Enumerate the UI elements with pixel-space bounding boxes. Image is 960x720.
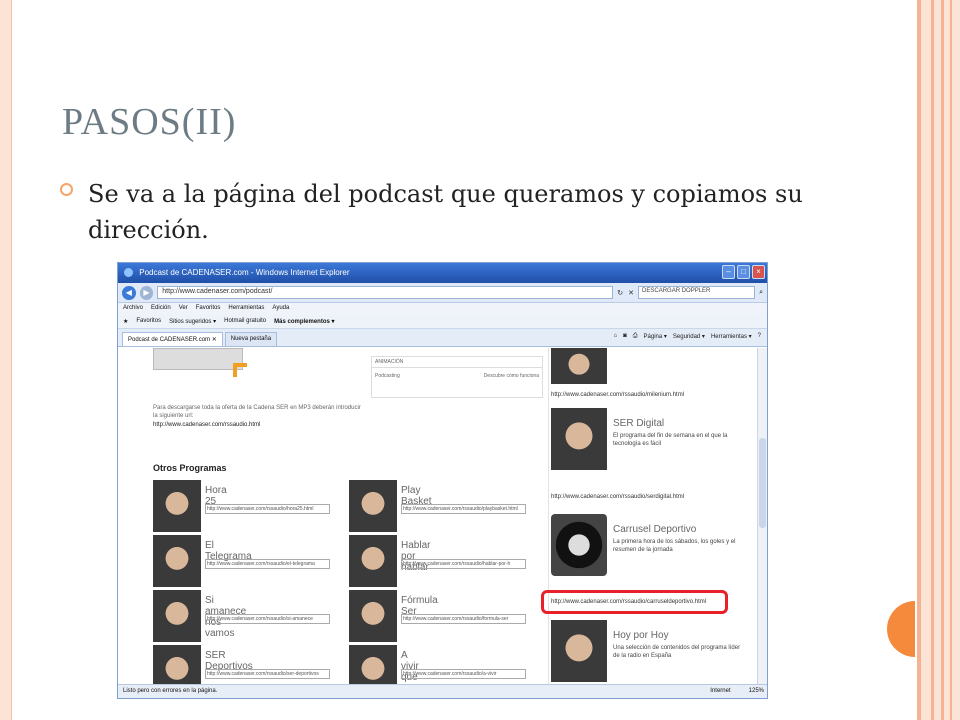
menu-edicion[interactable]: Edición xyxy=(151,305,171,313)
carrusel-url[interactable]: http://www.cadenaser.com/rssaudio/carrus… xyxy=(551,599,706,605)
tab-bar: Podcast de CADENASER.com ✕ Nueva pestaña… xyxy=(118,329,767,347)
program-photo xyxy=(349,590,397,642)
animacion-box: ANIMACIÓN Podcasting Descubre cómo funci… xyxy=(371,356,543,398)
search-input[interactable]: DESCARGAR DOPPLER xyxy=(638,286,756,299)
promo-text: Para descargarse toda la oferta de la Ca… xyxy=(153,405,361,419)
menu-herramientas[interactable]: Herramientas xyxy=(228,305,264,313)
menu-bar: Archivo Edición Ver Favoritos Herramient… xyxy=(118,303,767,315)
vertical-scrollbar[interactable] xyxy=(757,348,767,686)
stop-icon[interactable]: ✕ xyxy=(628,289,634,297)
ser-digital-desc: El programa del fin de semana en el que … xyxy=(613,433,728,447)
animacion-podcasting[interactable]: Podcasting xyxy=(375,373,400,379)
program-photo xyxy=(349,535,397,587)
right-column: http://www.cadenaser.com/rssaudio/mileni… xyxy=(541,348,754,686)
page-menu[interactable]: Página ▾ xyxy=(644,333,667,340)
carrusel-desc: La primera hora de los sábados, los gole… xyxy=(613,539,736,553)
carrusel-title[interactable]: Carrusel Deportivo xyxy=(613,524,696,535)
ie-logo-icon xyxy=(124,268,133,278)
rss-icon[interactable]: ◙ xyxy=(623,333,627,340)
program-url-field[interactable]: http://www.cadenaser.com/rssaudio/el-tel… xyxy=(205,559,330,569)
zoom-control[interactable]: 125% xyxy=(749,688,764,695)
program-url-field[interactable]: http://www.cadenaser.com/rssaudio/a-vivi… xyxy=(401,669,526,679)
menu-ayuda[interactable]: Ayuda xyxy=(272,305,289,313)
hoy-por-hoy-desc: Una selección de contenidos del programa… xyxy=(613,645,741,659)
print-icon[interactable]: ⎙ xyxy=(633,333,638,340)
animacion-header: ANIMACIÓN xyxy=(372,357,542,368)
home-icon[interactable]: ⌂ xyxy=(613,333,617,340)
program-url-field[interactable]: http://www.cadenaser.com/rssaudio/hora25… xyxy=(205,504,330,514)
minimize-icon[interactable]: – xyxy=(722,265,735,279)
help-icon[interactable]: ? xyxy=(758,333,761,340)
slide: PASOS(II) Se va a la página del podcast … xyxy=(0,0,960,720)
carrusel-logo xyxy=(551,514,607,576)
favorites-button[interactable]: Favoritos xyxy=(136,318,161,325)
tab-new[interactable]: Nueva pestaña xyxy=(224,332,278,346)
maximize-icon[interactable]: □ xyxy=(737,265,750,279)
hoy-por-hoy-title[interactable]: Hoy por Hoy xyxy=(613,630,669,641)
zone-text: Internet xyxy=(710,688,731,694)
address-toolbar: ◀ ▶ http://www.cadenaser.com/podcast/ ↻ … xyxy=(118,283,767,303)
promo-image xyxy=(153,348,243,370)
program-photo xyxy=(349,480,397,532)
slide-left-border xyxy=(0,0,12,720)
hotmail-link[interactable]: Hotmail gratuito xyxy=(224,318,266,325)
browser-title-bar: Podcast de CADENASER.com - Windows Inter… xyxy=(118,263,767,283)
ser-digital-title[interactable]: SER Digital xyxy=(613,418,664,429)
program-url-field[interactable]: http://www.cadenaser.com/rssaudio/hablar… xyxy=(401,559,526,569)
program-url-field[interactable]: http://www.cadenaser.com/rssaudio/si-ama… xyxy=(205,614,330,624)
address-bar[interactable]: http://www.cadenaser.com/podcast/ xyxy=(157,286,614,299)
menu-archivo[interactable]: Archivo xyxy=(123,305,143,313)
program-photo xyxy=(551,348,607,384)
refresh-icon[interactable]: ↻ xyxy=(617,289,623,297)
program-photo xyxy=(551,620,607,682)
forward-button[interactable]: ▶ xyxy=(139,285,154,300)
otros-programas-title: Otros Programas xyxy=(153,463,227,473)
star-icon[interactable]: ★ xyxy=(123,318,128,325)
program-url-field[interactable]: http://www.cadenaser.com/rssaudio/ser-de… xyxy=(205,669,330,679)
menu-favoritos[interactable]: Favoritos xyxy=(196,305,221,313)
browser-screenshot: Podcast de CADENASER.com - Windows Inter… xyxy=(117,262,768,699)
program-photo xyxy=(551,408,607,470)
search-icon[interactable]: ⌕ xyxy=(759,289,763,297)
slide-title: PASOS(II) xyxy=(62,101,237,143)
slide-right-border xyxy=(917,0,960,720)
bullet-circle-icon xyxy=(60,183,73,196)
menu-ver[interactable]: Ver xyxy=(179,305,188,313)
web-page-content: ANIMACIÓN Podcasting Descubre cómo funci… xyxy=(118,348,767,698)
tab-podcast[interactable]: Podcast de CADENASER.com ✕ xyxy=(122,332,223,346)
arrow-icon xyxy=(233,363,247,377)
milenium-url[interactable]: http://www.cadenaser.com/rssaudio/mileni… xyxy=(551,392,684,398)
suggested-sites-link[interactable]: Sitios sugeridos ▾ xyxy=(169,318,216,325)
status-text: Listo pero con errores en la página. xyxy=(123,688,218,694)
program-photo xyxy=(153,480,201,532)
window-title: Podcast de CADENASER.com - Windows Inter… xyxy=(139,268,350,277)
decorative-orange-tab xyxy=(887,601,915,657)
slide-bullet-text: Se va a la página del podcast que queram… xyxy=(88,180,803,244)
left-column: ANIMACIÓN Podcasting Descubre cómo funci… xyxy=(143,348,543,698)
animacion-descubre[interactable]: Descubre cómo funciona xyxy=(484,373,539,379)
security-menu[interactable]: Seguridad ▾ xyxy=(673,333,705,340)
back-button[interactable]: ◀ xyxy=(122,285,136,300)
more-addons-link[interactable]: Más complementos ▾ xyxy=(274,318,334,325)
program-url-field[interactable]: http://www.cadenaser.com/rssaudio/formul… xyxy=(401,614,526,624)
program-url-field[interactable]: http://www.cadenaser.com/rssaudio/playba… xyxy=(401,504,526,514)
program-photo xyxy=(153,590,201,642)
close-icon[interactable]: × xyxy=(752,265,765,279)
promo-url[interactable]: http://www.cadenaser.com/rssaudio.html xyxy=(153,422,260,428)
status-bar: Listo pero con errores en la página. Int… xyxy=(118,684,767,698)
ser-digital-url[interactable]: http://www.cadenaser.com/rssaudio/serdig… xyxy=(551,494,684,500)
program-photo xyxy=(153,535,201,587)
favorites-bar: ★ Favoritos Sitios sugeridos ▾ Hotmail g… xyxy=(118,315,767,329)
tools-menu[interactable]: Herramientas ▾ xyxy=(711,333,752,340)
